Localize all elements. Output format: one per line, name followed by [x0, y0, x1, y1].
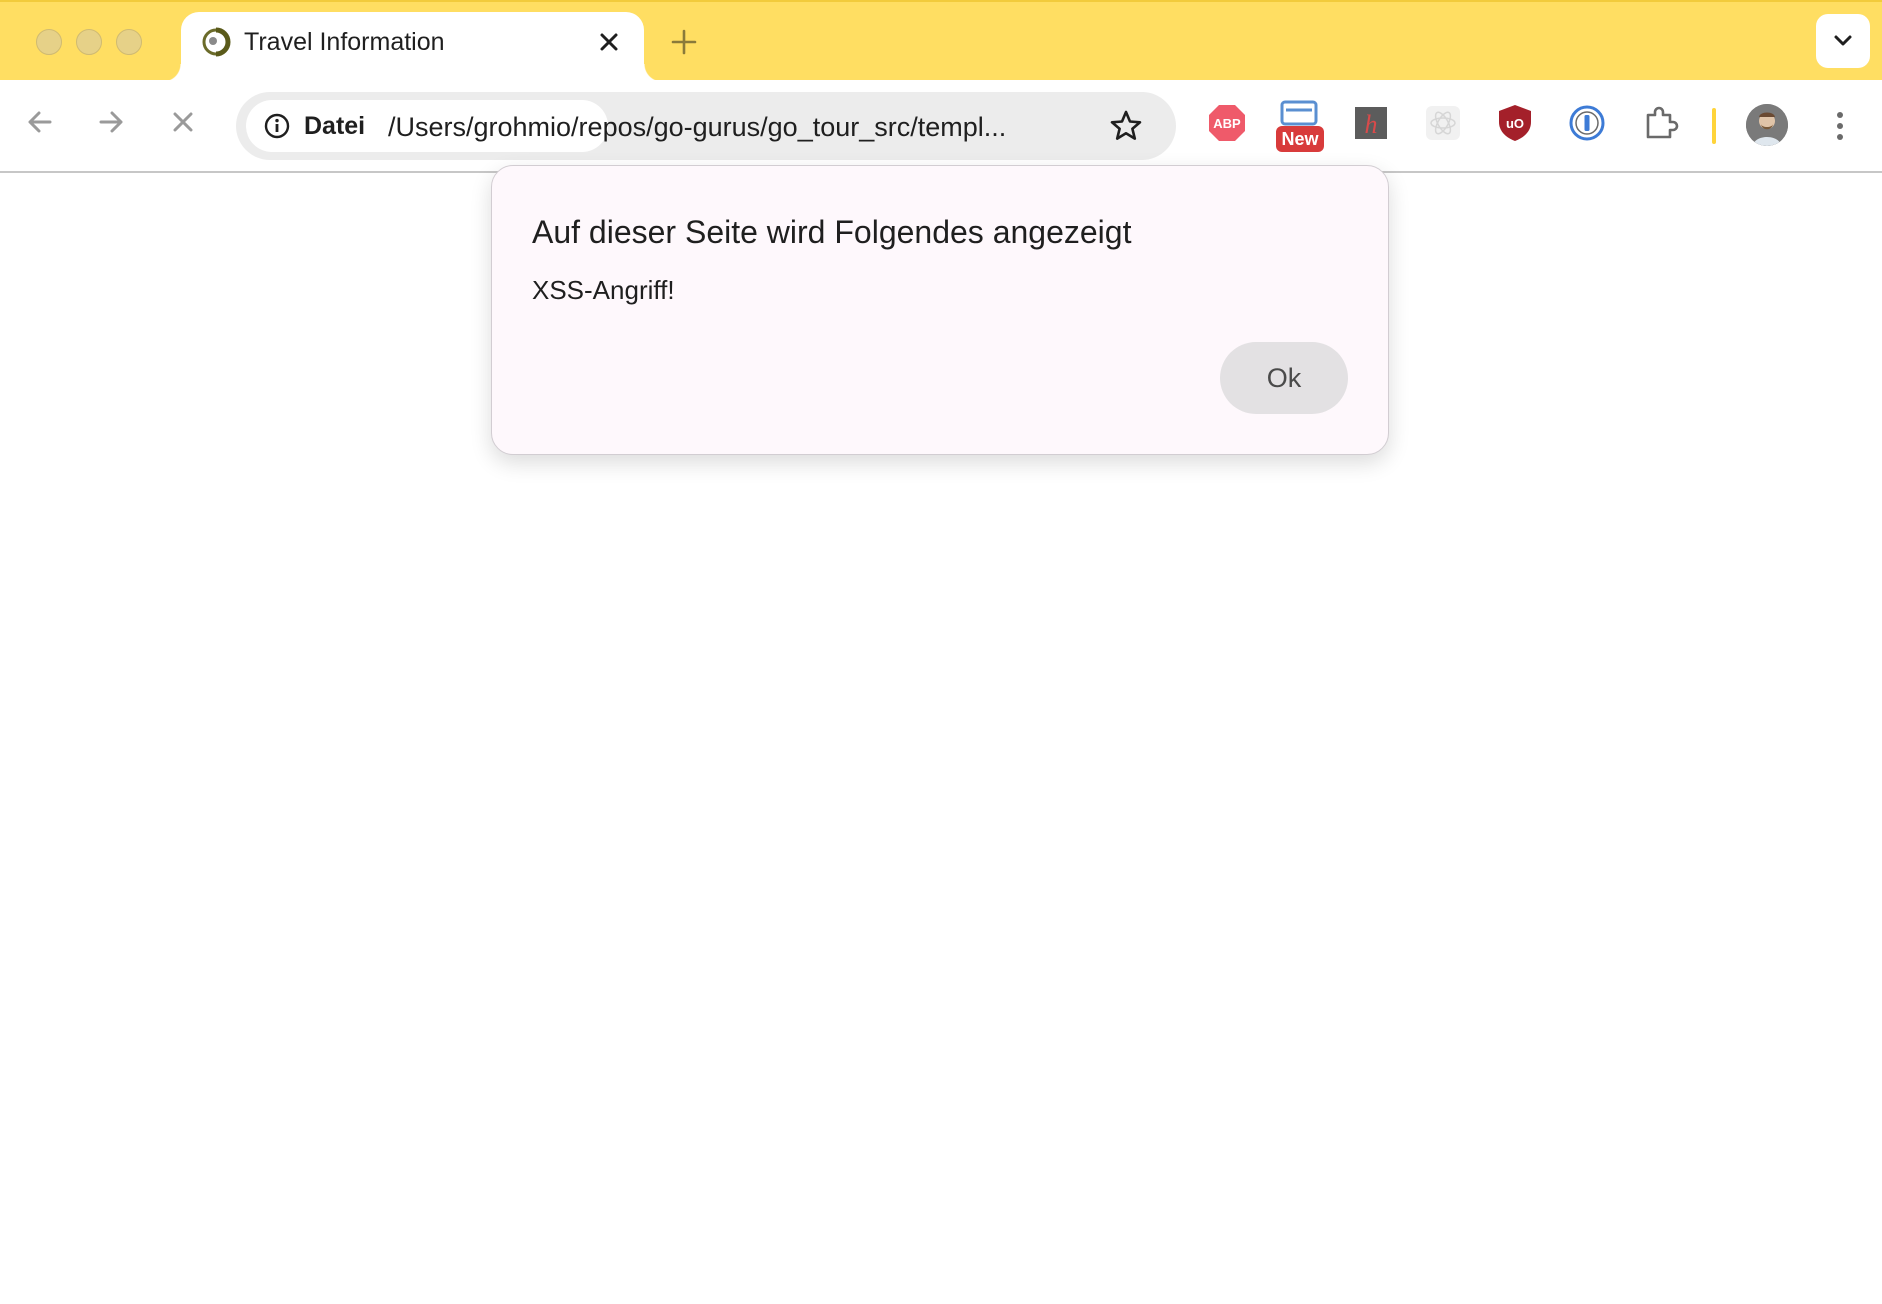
- alert-dialog: Auf dieser Seite wird Folgendes angezeig…: [491, 165, 1389, 455]
- star-icon[interactable]: [1108, 108, 1144, 144]
- hypothesis-icon[interactable]: h: [1350, 102, 1392, 144]
- toolbar-divider: [1712, 108, 1716, 144]
- close-icon[interactable]: [595, 28, 623, 56]
- close-window-button[interactable]: [36, 29, 62, 55]
- address-bar[interactable]: Datei /Users/grohmio/repos/go-gurus/go_t…: [236, 92, 1176, 160]
- adblock-label: ABP: [1213, 116, 1241, 131]
- go-gopher-globe-icon: [202, 27, 231, 57]
- arrow-left-icon[interactable]: [20, 102, 60, 142]
- tab-strip: Travel Information: [0, 0, 1882, 82]
- new-badge: New: [1276, 126, 1324, 152]
- ok-button[interactable]: Ok: [1220, 342, 1348, 414]
- kebab-menu-icon[interactable]: [1822, 106, 1858, 146]
- dialog-message: XSS-Angriff!: [532, 275, 675, 305]
- ublock-origin-icon[interactable]: uO: [1494, 102, 1536, 144]
- dialog-title: Auf dieser Seite wird Folgendes angezeig…: [532, 214, 1132, 250]
- new-tab-button[interactable]: [668, 26, 700, 58]
- tab-title: Travel Information: [244, 28, 445, 56]
- svg-text:uO: uO: [1506, 116, 1524, 131]
- tab-search-button[interactable]: [1816, 14, 1870, 68]
- maximize-window-button[interactable]: [116, 29, 142, 55]
- avatar[interactable]: [1746, 104, 1788, 146]
- arrow-right-icon[interactable]: [91, 102, 131, 142]
- extensions-puzzle-icon[interactable]: [1640, 102, 1682, 144]
- chevron-down-icon: [1834, 35, 1852, 46]
- svg-text:h: h: [1365, 110, 1378, 139]
- info-icon: [264, 113, 290, 139]
- 1password-icon[interactable]: [1566, 102, 1608, 144]
- browser-toolbar: Datei /Users/grohmio/repos/go-gurus/go_t…: [0, 80, 1882, 173]
- window-controls: [36, 29, 142, 55]
- profile-photo: [1746, 104, 1788, 146]
- tab-travel-information[interactable]: Travel Information: [163, 12, 662, 82]
- adblock-plus-icon[interactable]: ABP: [1206, 102, 1248, 144]
- stop-loading-x-icon[interactable]: [163, 102, 203, 142]
- chip-label: Datei: [304, 112, 366, 140]
- url-text[interactable]: /Users/grohmio/repos/go-gurus/go_tour_sr…: [388, 111, 1006, 143]
- minimize-window-button[interactable]: [76, 29, 102, 55]
- react-devtools-icon[interactable]: [1422, 102, 1464, 144]
